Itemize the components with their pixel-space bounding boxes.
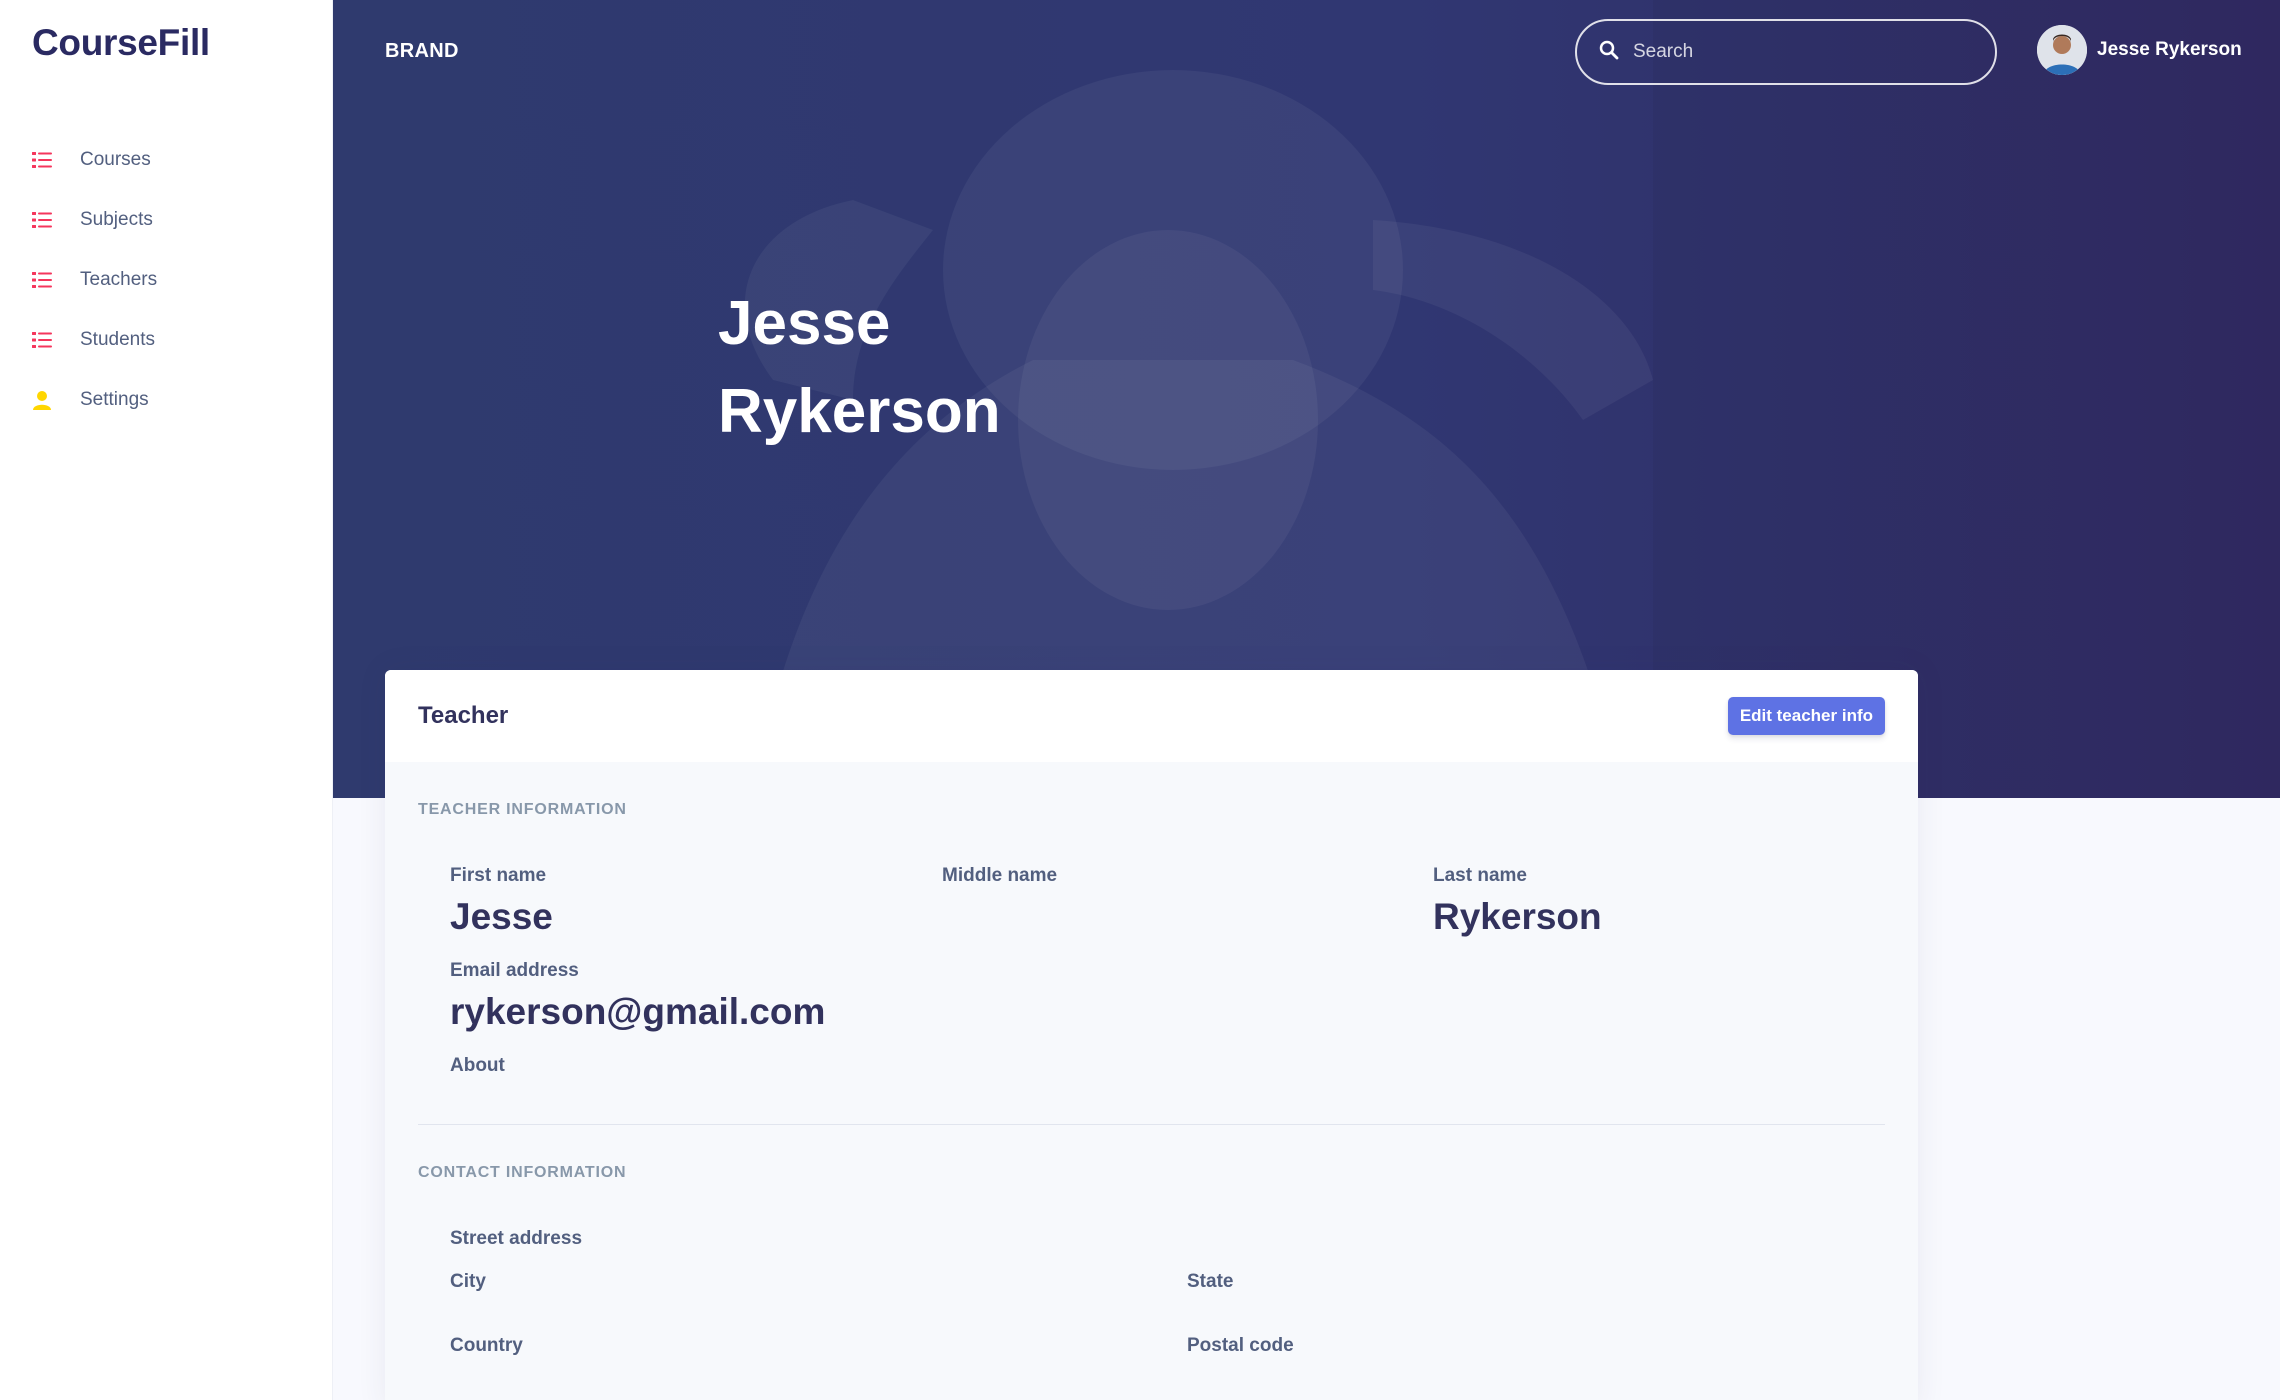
sidebar-item-subjects[interactable]: Subjects — [0, 190, 332, 250]
last-name-value: Rykerson — [1433, 896, 1602, 937]
sidebar-item-label: Courses — [80, 149, 151, 170]
street-address-label: Street address — [450, 1228, 583, 1249]
sidebar-item-courses[interactable]: Courses — [0, 130, 332, 190]
contact-information-heading: CONTACT INFORMATION — [418, 1164, 627, 1181]
teacher-information-heading: TEACHER INFORMATION — [418, 801, 627, 818]
email-value: rykerson@gmail.com — [450, 991, 826, 1032]
sidebar-item-label: Subjects — [80, 209, 153, 230]
middle-name-label: Middle name — [942, 865, 1058, 886]
search-icon — [1599, 40, 1619, 65]
teacher-card: Teacher Edit teacher info TEACHER INFORM… — [385, 670, 1918, 1400]
list-icon — [32, 270, 52, 290]
sidebar-item-label: Teachers — [80, 269, 158, 290]
user-menu[interactable]: Jesse Rykerson — [2037, 25, 2242, 75]
section-divider — [418, 1124, 1885, 1125]
sidebar-item-teachers[interactable]: Teachers — [0, 250, 332, 310]
first-name-value: Jesse — [450, 896, 553, 937]
postal-code-label: Postal code — [1187, 1335, 1294, 1356]
search-box[interactable] — [1575, 19, 1997, 85]
city-label: City — [450, 1271, 486, 1292]
user-name: Jesse Rykerson — [2097, 39, 2242, 60]
profile-first-name: Jesse — [718, 289, 891, 358]
profile-name: Jesse Rykerson — [718, 280, 1001, 456]
app-logo[interactable]: CourseFill — [32, 22, 210, 64]
sidebar: CourseFill Courses Subjects Teachers Stu… — [0, 0, 333, 1400]
email-label: Email address — [450, 960, 579, 981]
brand-link[interactable]: BRAND — [385, 40, 459, 63]
last-name-label: Last name — [1433, 865, 1527, 886]
profile-last-name: Rykerson — [718, 377, 1001, 446]
list-icon — [32, 330, 52, 350]
search-input[interactable] — [1633, 41, 1963, 63]
sidebar-item-settings[interactable]: Settings — [0, 370, 332, 430]
sidebar-item-label: Settings — [80, 389, 149, 410]
state-label: State — [1187, 1271, 1234, 1292]
edit-teacher-button[interactable]: Edit teacher info — [1727, 697, 1885, 735]
sidebar-item-label: Students — [80, 329, 155, 350]
card-title: Teacher — [418, 702, 509, 729]
list-icon — [32, 210, 52, 230]
sidebar-nav: Courses Subjects Teachers Students Setti… — [0, 130, 332, 430]
sidebar-item-students[interactable]: Students — [0, 310, 332, 370]
first-name-label: First name — [450, 865, 547, 886]
user-icon — [32, 390, 52, 410]
about-label: About — [450, 1055, 505, 1076]
card-header: Teacher Edit teacher info — [385, 670, 1918, 762]
avatar — [2037, 25, 2087, 75]
country-label: Country — [450, 1335, 523, 1356]
list-icon — [32, 150, 52, 170]
